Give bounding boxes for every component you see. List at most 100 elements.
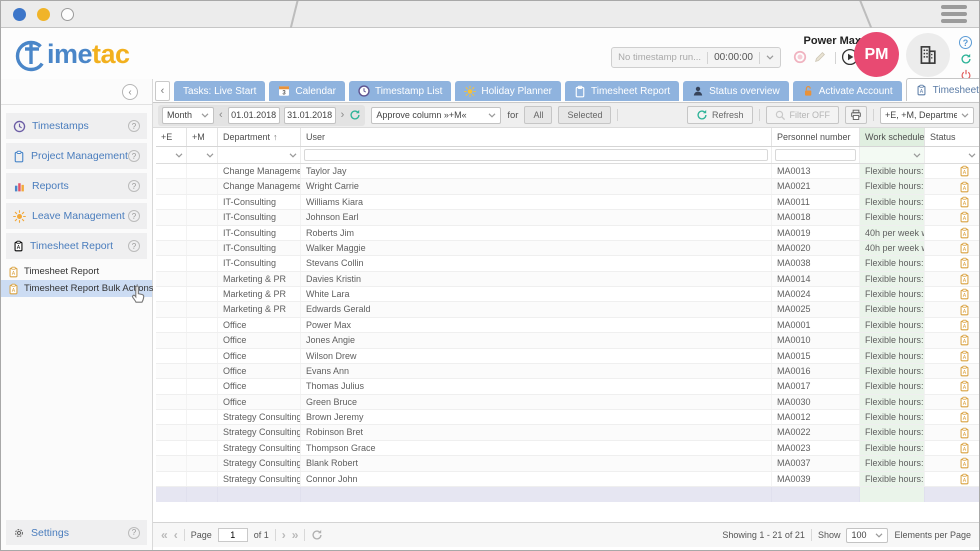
sidebar-help-icon[interactable]: ? xyxy=(128,120,140,132)
table-row[interactable]: IT-Consulting Johnson Earl MA0018 Flexib… xyxy=(156,210,979,225)
cell-pm[interactable] xyxy=(187,441,218,455)
timesheet-status-icon[interactable]: A xyxy=(959,334,970,346)
timesheet-status-icon[interactable]: A xyxy=(959,242,970,254)
chevron-down-icon[interactable] xyxy=(968,153,976,158)
cell-pe[interactable] xyxy=(156,425,187,439)
refresh-button[interactable]: Refresh xyxy=(687,106,753,124)
cell-pe[interactable] xyxy=(156,210,187,224)
date-to-input[interactable] xyxy=(284,107,336,124)
table-row[interactable]: Office Thomas Julius MA0017 Flexible hou… xyxy=(156,379,979,394)
window-control-close[interactable] xyxy=(13,8,26,21)
cell-pm[interactable] xyxy=(187,287,218,301)
tab-timesheet-report-bulk-actions[interactable]: A Timesheet Report Bulk Actions × xyxy=(906,78,980,101)
tab-tasks-live-start[interactable]: Tasks: Live Start xyxy=(174,81,265,101)
filter-user-input[interactable] xyxy=(304,149,768,161)
record-button[interactable] xyxy=(793,50,807,69)
organization-button[interactable] xyxy=(906,33,950,77)
tab-timestamp-list[interactable]: Timestamp List xyxy=(349,81,451,101)
cell-pm[interactable] xyxy=(187,425,218,439)
column-header-status[interactable]: Status xyxy=(925,128,979,146)
window-control-maximize[interactable] xyxy=(61,8,74,21)
filter-toggle-button[interactable]: Filter OFF xyxy=(766,106,840,124)
cell-pe[interactable] xyxy=(156,472,187,486)
cell-pe[interactable] xyxy=(156,333,187,347)
timestamp-widget[interactable]: No timestamp run... 00:00:00 xyxy=(611,47,781,68)
apply-all-button[interactable]: All xyxy=(524,106,552,124)
table-row[interactable]: Strategy Consulting Blank Robert MA0037 … xyxy=(156,456,979,471)
cell-pe[interactable] xyxy=(156,195,187,209)
sidebar-item-leave-management[interactable]: Leave Management ? xyxy=(6,203,147,229)
cell-pm[interactable] xyxy=(187,256,218,270)
table-row[interactable]: Office Jones Angie MA0010 Flexible hours… xyxy=(156,333,979,348)
cell-pm[interactable] xyxy=(187,302,218,316)
columns-select[interactable]: +E, +M, Department, Perso xyxy=(880,107,974,124)
edit-timestamp-button[interactable] xyxy=(813,50,827,69)
timesheet-status-icon[interactable]: A xyxy=(959,257,970,269)
cell-pe[interactable] xyxy=(156,302,187,316)
column-header-schedule[interactable]: Work schedule xyxy=(860,128,925,146)
chevron-down-icon[interactable] xyxy=(913,153,921,158)
timesheet-status-icon[interactable]: A xyxy=(959,181,970,193)
cell-pm[interactable] xyxy=(187,456,218,470)
timesheet-status-icon[interactable]: A xyxy=(959,350,970,362)
sidebar-item-timesheet-report[interactable]: A Timesheet Report ? xyxy=(6,233,147,259)
timesheet-status-icon[interactable]: A xyxy=(959,288,970,300)
timesheet-status-icon[interactable]: A xyxy=(959,457,970,469)
sidebar-collapse-button[interactable]: ‹ xyxy=(122,84,138,100)
table-row[interactable]: Marketing & PR Davies Kristin MA0014 Fle… xyxy=(156,272,979,287)
cell-pe[interactable] xyxy=(156,226,187,240)
sidebar-help-icon[interactable]: ? xyxy=(128,210,140,222)
next-period-button[interactable]: › xyxy=(340,109,346,121)
tab-status-overview[interactable]: Status overview xyxy=(683,81,789,101)
next-page-button[interactable]: › xyxy=(282,529,286,541)
filter-department[interactable] xyxy=(218,147,301,163)
window-control-minimize[interactable] xyxy=(37,8,50,21)
cell-pe[interactable] xyxy=(156,241,187,255)
cell-pe[interactable] xyxy=(156,164,187,178)
chevron-down-icon[interactable] xyxy=(175,153,183,158)
table-row[interactable]: Strategy Consulting Connor John MA0039 F… xyxy=(156,472,979,487)
timer-dropdown-icon[interactable] xyxy=(766,55,774,60)
cell-pm[interactable] xyxy=(187,364,218,378)
cell-pm[interactable] xyxy=(187,195,218,209)
timesheet-status-icon[interactable]: A xyxy=(959,411,970,423)
sidebar-sub-item-timesheet-report[interactable]: A Timesheet Report xyxy=(1,263,152,280)
table-row[interactable]: Office Evans Ann MA0016 Flexible hours: … xyxy=(156,364,979,379)
filter-pm[interactable] xyxy=(187,147,218,163)
cell-pm[interactable] xyxy=(187,472,218,486)
help-icon[interactable]: ? xyxy=(959,36,972,49)
tab-holiday-planner[interactable]: Holiday Planner xyxy=(455,81,561,101)
user-avatar[interactable]: PM xyxy=(854,32,899,77)
timesheet-status-icon[interactable]: A xyxy=(959,365,970,377)
timesheet-status-icon[interactable]: A xyxy=(959,319,970,331)
cell-pm[interactable] xyxy=(187,241,218,255)
table-row[interactable]: IT-Consulting Roberts Jim MA0019 40h per… xyxy=(156,226,979,241)
timesheet-status-icon[interactable]: A xyxy=(959,396,970,408)
table-row[interactable]: Strategy Consulting Brown Jeremy MA0012 … xyxy=(156,410,979,425)
chevron-down-icon[interactable] xyxy=(289,153,297,158)
timesheet-status-icon[interactable]: A xyxy=(959,304,970,316)
table-row[interactable]: Marketing & PR Edwards Gerald MA0025 Fle… xyxy=(156,302,979,317)
table-row[interactable]: Office Power Max MA0001 Flexible hours: … xyxy=(156,318,979,333)
tab-scroll-left-button[interactable]: ‹ xyxy=(155,81,170,101)
reload-icon[interactable] xyxy=(960,53,972,65)
timesheet-status-icon[interactable]: A xyxy=(959,273,970,285)
column-header-department[interactable]: Department↑ xyxy=(218,128,301,146)
table-row[interactable]: Change Management Wright Carrie MA0021 F… xyxy=(156,179,979,194)
cell-pm[interactable] xyxy=(187,333,218,347)
cell-pe[interactable] xyxy=(156,272,187,286)
refresh-page-icon[interactable] xyxy=(311,529,323,541)
column-header-pe[interactable]: +E xyxy=(156,128,187,146)
timesheet-status-icon[interactable]: A xyxy=(959,227,970,239)
timesheet-status-icon[interactable]: A xyxy=(959,196,970,208)
sidebar-help-icon[interactable]: ? xyxy=(128,150,140,162)
table-row[interactable]: Office Wilson Drew MA0015 Flexible hours… xyxy=(156,349,979,364)
print-button[interactable] xyxy=(845,106,867,124)
timesheet-status-icon[interactable]: A xyxy=(959,473,970,485)
sidebar-item-timestamps[interactable]: Timestamps ? xyxy=(6,113,147,139)
sidebar-help-icon[interactable]: ? xyxy=(128,240,140,252)
cell-pm[interactable] xyxy=(187,349,218,363)
table-row[interactable]: Change Management Taylor Jay MA0013 Flex… xyxy=(156,164,979,179)
filter-schedule[interactable] xyxy=(860,147,925,163)
period-select[interactable]: Month xyxy=(162,107,214,124)
